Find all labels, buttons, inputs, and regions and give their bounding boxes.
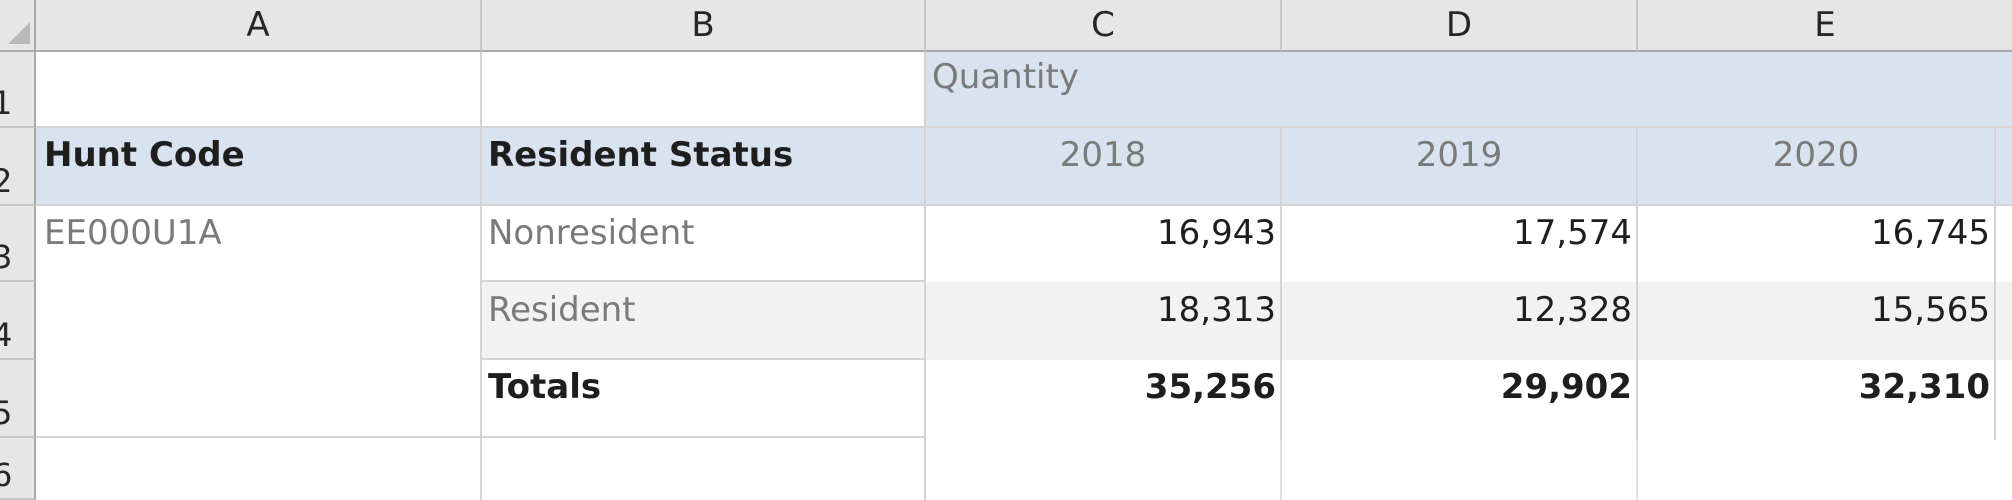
resident-status-header[interactable]: Resident Status: [488, 138, 793, 172]
year-header-2019[interactable]: 2019: [1282, 138, 1636, 172]
quantity-label[interactable]: Quantity: [932, 60, 1079, 120]
gridline: [480, 52, 482, 500]
column-header-b[interactable]: B: [482, 0, 926, 52]
row-header-1[interactable]: 1: [0, 52, 36, 128]
hunt-code-value[interactable]: EE000U1A: [44, 216, 222, 250]
column-header-a[interactable]: A: [36, 0, 482, 52]
value-nonresident-2019[interactable]: 17,574: [1282, 216, 1632, 250]
row-header-3[interactable]: 3: [0, 206, 36, 282]
value-nonresident-2018[interactable]: 16,943: [926, 216, 1276, 250]
column-header-c[interactable]: C: [926, 0, 1282, 52]
year-header-2018[interactable]: 2018: [926, 138, 1280, 172]
row-header-5[interactable]: 5: [0, 360, 36, 438]
gridline: [36, 204, 2012, 206]
column-header-e[interactable]: E: [1638, 0, 2012, 52]
value-totals-2018[interactable]: 35,256: [926, 370, 1276, 404]
row-header-6[interactable]: 6: [0, 438, 36, 500]
status-totals[interactable]: Totals: [488, 370, 601, 404]
quantity-header-fill: [924, 52, 2012, 128]
value-resident-2018[interactable]: 18,313: [926, 293, 1276, 327]
gridline: [1280, 440, 1282, 500]
gridline: [482, 358, 926, 360]
status-resident[interactable]: Resident: [488, 293, 636, 327]
select-all-triangle-icon: [8, 22, 30, 44]
gridline: [482, 280, 926, 282]
gridline: [1636, 440, 1638, 500]
select-all-corner[interactable]: [0, 0, 36, 52]
value-nonresident-2020[interactable]: 16,745: [1638, 216, 1990, 250]
row-header-2[interactable]: 2: [0, 128, 36, 206]
year-header-2020[interactable]: 2020: [1638, 138, 1994, 172]
value-resident-2020[interactable]: 15,565: [1638, 293, 1990, 327]
row-header-4[interactable]: 4: [0, 282, 36, 360]
column-header-d[interactable]: D: [1282, 0, 1638, 52]
gridline: [36, 126, 2012, 128]
gridline: [1994, 128, 1996, 440]
value-totals-2020[interactable]: 32,310: [1638, 370, 1990, 404]
gridline: [924, 52, 926, 500]
value-totals-2019[interactable]: 29,902: [1282, 370, 1632, 404]
status-nonresident[interactable]: Nonresident: [488, 216, 694, 250]
value-resident-2019[interactable]: 12,328: [1282, 293, 1632, 327]
hunt-code-header[interactable]: Hunt Code: [44, 138, 245, 172]
